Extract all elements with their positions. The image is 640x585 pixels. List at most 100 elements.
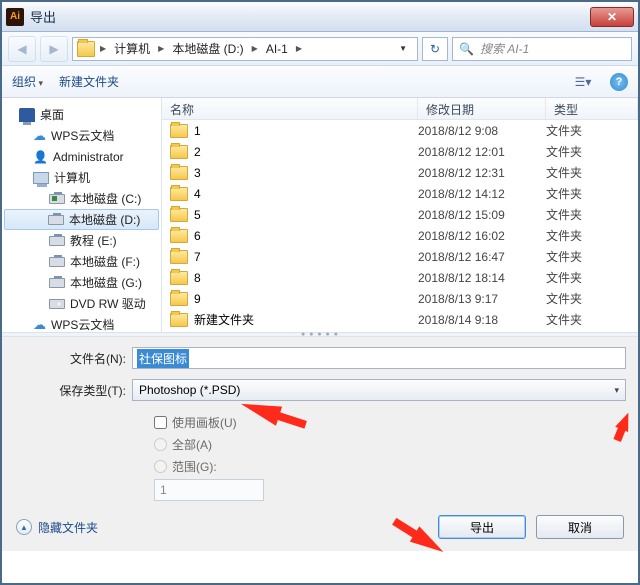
sidebar-item-wps[interactable]: ☁WPS云文档 xyxy=(2,125,161,146)
file-date: 2018/8/12 12:01 xyxy=(418,145,546,159)
window-title: 导出 xyxy=(30,7,590,26)
dvd-icon xyxy=(49,299,65,309)
file-name: 2 xyxy=(194,145,201,159)
sidebar-item-admin[interactable]: 👤Administrator xyxy=(2,146,161,167)
filename-input[interactable]: 社保图标 xyxy=(132,347,626,369)
breadcrumb[interactable]: ▶ 计算机 ▶ 本地磁盘 (D:) ▶ AI-1 ▶ ▼ xyxy=(72,37,418,61)
folder-icon xyxy=(170,292,188,306)
file-pane: 名称 修改日期 类型 12018/8/12 9:08文件夹 2 2018/8/12 … xyxy=(162,98,638,332)
file-date: 2018/8/12 15:09 xyxy=(418,208,546,222)
column-date[interactable]: 修改日期 xyxy=(418,98,546,119)
column-name[interactable]: 名称 xyxy=(162,98,418,119)
file-type: 文件夹 xyxy=(546,290,638,307)
computer-icon xyxy=(33,172,49,184)
file-type: 文件夹 xyxy=(546,248,638,265)
file-name: 3 xyxy=(194,166,201,180)
organize-menu[interactable]: 组织 xyxy=(12,73,43,90)
savetype-label: 保存类型(T): xyxy=(14,382,132,399)
export-button[interactable]: 导出 xyxy=(438,515,526,539)
file-type: 文件夹 xyxy=(546,164,638,181)
desktop-icon xyxy=(19,108,35,122)
sidebar-item-drive-f[interactable]: 本地磁盘 (F:) xyxy=(2,251,161,272)
help-icon[interactable]: ? xyxy=(610,73,628,91)
view-options-button[interactable]: ☰▾ xyxy=(572,72,594,92)
sidebar-item-computer[interactable]: 计算机 xyxy=(2,167,161,188)
new-folder-button[interactable]: 新建文件夹 xyxy=(59,73,119,90)
form-area: 文件名(N): 社保图标 保存类型(T): Photoshop (*.PSD) … xyxy=(2,336,638,507)
user-icon: 👤 xyxy=(33,150,48,164)
file-date: 2018/8/14 9:18 xyxy=(418,313,546,327)
all-label: 全部(A) xyxy=(172,436,212,453)
range-label: 范围(G): xyxy=(172,458,217,475)
breadcrumb-part[interactable]: 本地磁盘 (D:) xyxy=(169,40,246,57)
file-name: 7 xyxy=(194,250,201,264)
file-name: 8 xyxy=(194,271,201,285)
file-name: 6 xyxy=(194,229,201,243)
back-button[interactable]: ◀ xyxy=(8,36,36,62)
file-row[interactable]: 6 2018/8/12 16:02文件夹 xyxy=(162,225,638,246)
file-date: 2018/8/12 9:08 xyxy=(418,124,546,138)
range-radio[interactable] xyxy=(154,460,167,473)
file-date: 2018/8/12 14:12 xyxy=(418,187,546,201)
file-row[interactable]: 9 2018/8/13 9:17文件夹 xyxy=(162,288,638,309)
sidebar-item-dvd[interactable]: DVD RW 驱动 xyxy=(2,293,161,314)
main-area: 桌面 ☁WPS云文档 👤Administrator 计算机 本地磁盘 (C:) … xyxy=(2,98,638,332)
file-name: 9 xyxy=(194,292,201,306)
titlebar: Ai 导出 ✕ xyxy=(2,2,638,32)
hide-folders-toggle[interactable]: ▲ 隐藏文件夹 xyxy=(16,519,98,536)
folder-icon xyxy=(77,41,95,57)
folder-icon xyxy=(170,166,188,180)
file-date: 2018/8/13 9:17 xyxy=(418,292,546,306)
search-icon: 🔍 xyxy=(459,42,474,56)
file-type: 文件夹 xyxy=(546,185,638,202)
folder-icon xyxy=(170,124,188,138)
column-type[interactable]: 类型 xyxy=(546,98,638,119)
app-icon: Ai xyxy=(6,8,24,26)
cancel-button[interactable]: 取消 xyxy=(536,515,624,539)
sidebar-item-drive-g[interactable]: 本地磁盘 (G:) xyxy=(2,272,161,293)
breadcrumb-part[interactable]: 计算机 xyxy=(111,40,153,57)
sidebar-item-desktop[interactable]: 桌面 xyxy=(2,104,161,125)
use-artboard-checkbox[interactable] xyxy=(154,416,167,429)
file-type: 文件夹 xyxy=(546,269,638,286)
file-row[interactable]: 7 2018/8/12 16:47文件夹 xyxy=(162,246,638,267)
forward-button[interactable]: ▶ xyxy=(40,36,68,62)
sidebar-item-wps2[interactable]: ☁WPS云文档 xyxy=(2,314,161,332)
sidebar-item-drive-d[interactable]: 本地磁盘 (D:) xyxy=(4,209,159,230)
search-input[interactable]: 🔍 搜索 AI-1 xyxy=(452,37,632,61)
range-input[interactable] xyxy=(154,479,264,501)
file-row[interactable]: 22018/8/12 12:01文件夹 xyxy=(162,141,638,162)
folder-icon xyxy=(170,313,188,327)
file-date: 2018/8/12 16:02 xyxy=(418,229,546,243)
file-type: 文件夹 xyxy=(546,227,638,244)
navbar: ◀ ▶ ▶ 计算机 ▶ 本地磁盘 (D:) ▶ AI-1 ▶ ▼ ↻ 🔍 搜索 … xyxy=(2,32,638,66)
footer: ▲ 隐藏文件夹 导出 取消 xyxy=(2,507,638,551)
cloud-icon: ☁ xyxy=(33,128,46,144)
drive-icon xyxy=(49,278,65,288)
folder-icon xyxy=(170,229,188,243)
chevron-up-icon: ▲ xyxy=(16,519,32,535)
file-row[interactable]: 32018/8/12 12:31文件夹 xyxy=(162,162,638,183)
use-artboard-label: 使用画板(U) xyxy=(172,414,237,431)
file-row[interactable]: 新建文件夹2018/8/14 9:18文件夹 xyxy=(162,309,638,330)
all-radio[interactable] xyxy=(154,438,167,451)
file-list: 12018/8/12 9:08文件夹22018/8/12 12:01文件夹320… xyxy=(162,120,638,330)
file-date: 2018/8/12 16:47 xyxy=(418,250,546,264)
file-date: 2018/8/12 18:14 xyxy=(418,271,546,285)
breadcrumb-part[interactable]: AI-1 xyxy=(263,42,291,56)
sidebar-item-drive-c[interactable]: 本地磁盘 (C:) xyxy=(2,188,161,209)
refresh-button[interactable]: ↻ xyxy=(422,37,448,61)
file-row[interactable]: 12018/8/12 9:08文件夹 xyxy=(162,120,638,141)
sidebar-item-drive-e[interactable]: 教程 (E:) xyxy=(2,230,161,251)
drive-icon xyxy=(49,194,65,204)
column-headers: 名称 修改日期 类型 xyxy=(162,98,638,120)
close-button[interactable]: ✕ xyxy=(590,7,634,27)
file-row[interactable]: 8 2018/8/12 18:14文件夹 xyxy=(162,267,638,288)
savetype-combo[interactable]: Photoshop (*.PSD) xyxy=(132,379,626,401)
folder-icon xyxy=(170,208,188,222)
file-row[interactable]: 42018/8/12 14:12文件夹 xyxy=(162,183,638,204)
drive-icon xyxy=(49,236,65,246)
sidebar: 桌面 ☁WPS云文档 👤Administrator 计算机 本地磁盘 (C:) … xyxy=(2,98,162,332)
file-row[interactable]: 52018/8/12 15:09文件夹 xyxy=(162,204,638,225)
folder-icon xyxy=(170,271,188,285)
